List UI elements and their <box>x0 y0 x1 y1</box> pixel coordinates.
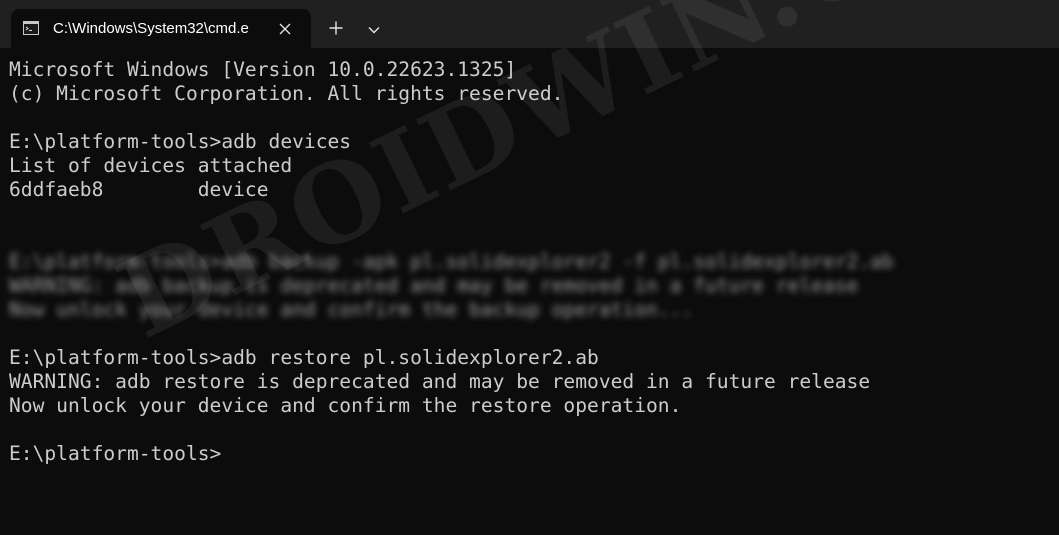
title-bar: C:\Windows\System32\cmd.e <box>0 0 1059 48</box>
chevron-down-icon <box>368 21 380 39</box>
plus-icon <box>329 21 343 40</box>
blurred-console-line: Now unlock your device and confirm the b… <box>9 298 694 321</box>
console-line: WARNING: adb restore is deprecated and m… <box>9 370 871 393</box>
tab-title: C:\Windows\System32\cmd.e <box>53 20 249 37</box>
console-output[interactable]: Microsoft Windows [Version 10.0.22623.13… <box>0 48 1059 535</box>
tab-dropdown-button[interactable] <box>359 17 389 43</box>
terminal-window: C:\Windows\System32\cmd.e Microsoft Wind… <box>0 0 1059 535</box>
console-line: List of devices attached <box>9 154 293 177</box>
close-icon[interactable] <box>273 17 297 41</box>
blurred-console-line: WARNING: adb backup is deprecated and ma… <box>9 274 859 297</box>
blurred-console-line: E:\platform-tools>adb backup -apk pl.sol… <box>9 250 894 273</box>
console-line: E:\platform-tools>adb restore pl.solidex… <box>9 346 599 369</box>
console-line: E:\platform-tools>adb devices <box>9 130 352 153</box>
console-line: Now unlock your device and confirm the r… <box>9 394 682 417</box>
console-line: (c) Microsoft Corporation. All rights re… <box>9 82 564 105</box>
console-line: 6ddfaeb8 device <box>9 178 269 201</box>
command-prompt: E:\platform-tools> <box>9 442 222 465</box>
terminal-icon <box>23 21 39 35</box>
tab-cmd[interactable]: C:\Windows\System32\cmd.e <box>11 9 311 48</box>
new-tab-button[interactable] <box>321 17 351 43</box>
console-line: Microsoft Windows [Version 10.0.22623.13… <box>9 58 517 81</box>
